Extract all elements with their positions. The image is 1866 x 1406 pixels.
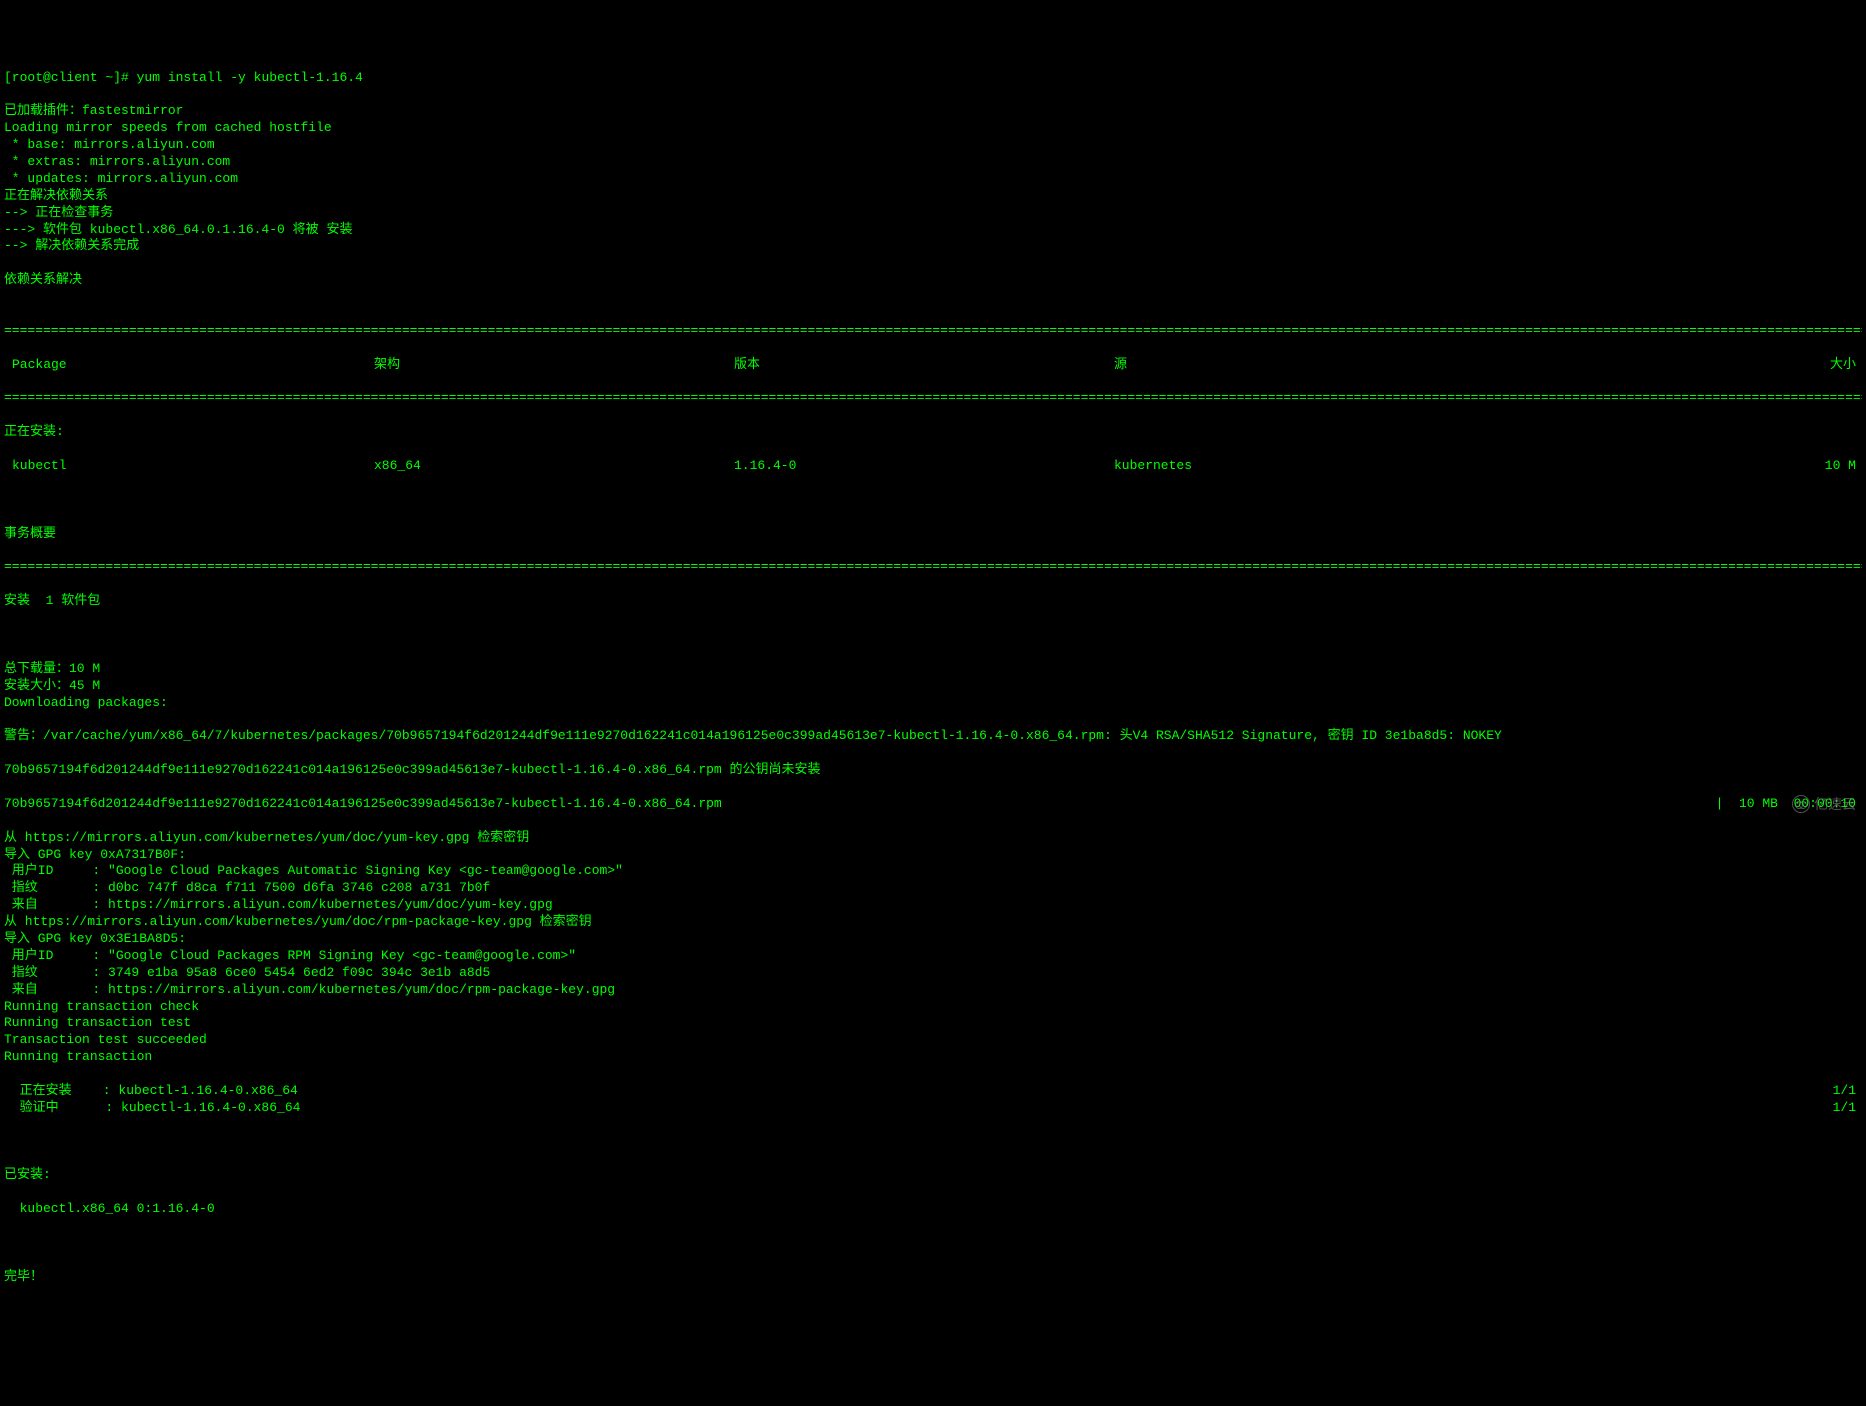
install-count: 安装 1 软件包 [4, 593, 1862, 610]
table-divider-top: ========================================… [4, 323, 1862, 340]
gpg-line: 指纹 : 3749 e1ba 95a8 6ce0 5454 6ed2 f09c … [4, 965, 1862, 982]
output-line [4, 289, 1862, 306]
totals-line: 安装大小：45 M [4, 678, 1862, 695]
header-repo: 源 [1114, 357, 1514, 374]
install-step-progress: 1/1 [1833, 1083, 1862, 1100]
pkg-version: 1.16.4-0 [734, 458, 1114, 475]
gpg-line: Transaction test succeeded [4, 1032, 1862, 1049]
download-progress-line: 70b9657194f6d201244df9e111e9270d162241c0… [4, 796, 1862, 813]
installing-label: 正在安装: [4, 424, 1862, 441]
installed-label: 已安装: [4, 1167, 1862, 1184]
output-line: 依赖关系解决 [4, 272, 1862, 289]
pkg-arch: x86_64 [374, 458, 734, 475]
output-line [4, 255, 1862, 272]
gpg-line: 从 https://mirrors.aliyun.com/kubernetes/… [4, 830, 1862, 847]
gpg-line: 用户ID : "Google Cloud Packages RPM Signin… [4, 948, 1862, 965]
output-line: --> 正在检查事务 [4, 205, 1862, 222]
install-step-text: 验证中 : kubectl-1.16.4-0.x86_64 [4, 1100, 300, 1117]
install-step-line: 验证中 : kubectl-1.16.4-0.x86_64 1/1 [4, 1100, 1862, 1117]
output-line: 已加载插件：fastestmirror [4, 103, 1862, 120]
gpg-line: Running transaction check [4, 999, 1862, 1016]
summary-label: 事务概要 [4, 526, 1862, 543]
warning-line: 警告：/var/cache/yum/x86_64/7/kubernetes/pa… [4, 728, 1862, 745]
totals-line: Downloading packages: [4, 695, 1862, 712]
gpg-line: 指纹 : d0bc 747f d8ca f711 7500 d6fa 3746 … [4, 880, 1862, 897]
gpg-line: 从 https://mirrors.aliyun.com/kubernetes/… [4, 914, 1862, 931]
header-version: 版本 [734, 357, 1114, 374]
totals-line: 总下载量：10 M [4, 661, 1862, 678]
install-step-progress: 1/1 [1833, 1100, 1862, 1117]
gpg-line: 用户ID : "Google Cloud Packages Automatic … [4, 863, 1862, 880]
gpg-block: 从 https://mirrors.aliyun.com/kubernetes/… [4, 830, 1862, 1066]
table-row: kubectl x86_64 1.16.4-0 kubernetes 10 M [4, 458, 1862, 475]
output-line: 正在解决依赖关系 [4, 188, 1862, 205]
gpg-line: Running transaction test [4, 1015, 1862, 1032]
watermark-text: 亿速云 [1814, 795, 1856, 813]
done-line: 完毕！ [4, 1269, 1862, 1286]
blank-line [4, 1235, 1862, 1252]
install-step-line: 正在安装 : kubectl-1.16.4-0.x86_64 1/1 [4, 1083, 1862, 1100]
watermark: 亿速云 [1792, 795, 1856, 813]
gpg-line: 导入 GPG key 0x3E1BA8D5: [4, 931, 1862, 948]
blank-line [4, 1134, 1862, 1151]
blank-line [4, 627, 1862, 644]
header-package: Package [4, 357, 374, 374]
pkg-repo: kubernetes [1114, 458, 1514, 475]
watermark-logo-icon [1792, 795, 1810, 813]
totals-block: 总下载量：10 M安装大小：45 MDownloading packages: [4, 661, 1862, 712]
output-line: * extras: mirrors.aliyun.com [4, 154, 1862, 171]
output-line: ---> 软件包 kubectl.x86_64.0.1.16.4-0 将被 安装 [4, 222, 1862, 239]
table-divider-mid: ========================================… [4, 390, 1862, 407]
table-divider-bottom: ========================================… [4, 559, 1862, 576]
table-header-row: Package 架构 版本 源 大小 [4, 357, 1862, 374]
output-line: * updates: mirrors.aliyun.com [4, 171, 1862, 188]
output-line: --> 解决依赖关系完成 [4, 238, 1862, 255]
install-steps-block: 正在安装 : kubectl-1.16.4-0.x86_64 1/1 验证中 : … [4, 1083, 1862, 1117]
pubkey-line: 70b9657194f6d201244df9e111e9270d162241c0… [4, 762, 1862, 779]
yum-output-block: 已加载插件：fastestmirrorLoading mirror speeds… [4, 103, 1862, 306]
pkg-name: kubectl [4, 458, 374, 475]
shell-prompt[interactable]: [root@client ~]# yum install -y kubectl-… [4, 70, 1862, 87]
gpg-line: 来自 : https://mirrors.aliyun.com/kubernet… [4, 897, 1862, 914]
output-line: * base: mirrors.aliyun.com [4, 137, 1862, 154]
gpg-line: 导入 GPG key 0xA7317B0F: [4, 847, 1862, 864]
output-line: Loading mirror speeds from cached hostfi… [4, 120, 1862, 137]
gpg-line: Running transaction [4, 1049, 1862, 1066]
blank-line [4, 492, 1862, 509]
installed-pkg: kubectl.x86_64 0:1.16.4-0 [4, 1201, 1862, 1218]
pkg-size: 10 M [1514, 458, 1862, 475]
header-size: 大小 [1514, 357, 1862, 374]
install-step-text: 正在安装 : kubectl-1.16.4-0.x86_64 [4, 1083, 298, 1100]
gpg-line: 来自 : https://mirrors.aliyun.com/kubernet… [4, 982, 1862, 999]
download-file: 70b9657194f6d201244df9e111e9270d162241c0… [4, 796, 1716, 813]
header-arch: 架构 [374, 357, 734, 374]
